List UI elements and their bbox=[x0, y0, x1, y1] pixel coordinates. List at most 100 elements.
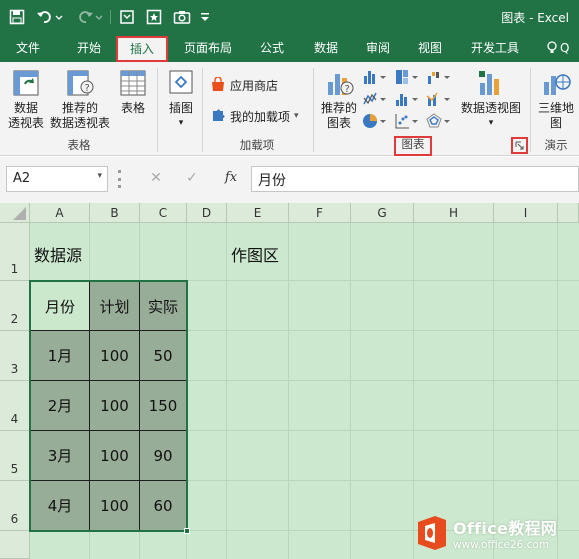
select-all-corner[interactable] bbox=[0, 203, 30, 223]
hierarchy-chart-button[interactable] bbox=[394, 68, 422, 86]
undo-icon[interactable] bbox=[34, 6, 66, 28]
line-chart-button[interactable] bbox=[362, 90, 390, 108]
waterfall-chart-icon bbox=[428, 72, 450, 84]
3d-map-button[interactable]: 三维地 图 bbox=[533, 68, 579, 136]
svg-text:?: ? bbox=[85, 83, 90, 94]
row-number: 6 bbox=[10, 512, 19, 526]
cancel-icon[interactable]: ✕ bbox=[148, 170, 164, 188]
table-cell[interactable]: 50 bbox=[140, 331, 187, 381]
formula-bar-grip[interactable] bbox=[118, 170, 122, 188]
recommended-pivot-icon: ? bbox=[67, 70, 94, 96]
tab-developer[interactable]: 开发工具 bbox=[462, 37, 528, 59]
charts-dialog-launcher[interactable] bbox=[511, 137, 528, 154]
pivot-table-button[interactable]: 数据 透视表 bbox=[4, 68, 48, 136]
illustrations-icon bbox=[169, 70, 193, 94]
table-cell[interactable]: 1月 bbox=[31, 331, 90, 381]
table-cell[interactable]: 90 bbox=[140, 431, 187, 481]
column-chart-button[interactable] bbox=[362, 68, 390, 86]
pivot-table-label-1: 数据 bbox=[13, 101, 38, 115]
row-number: 1 bbox=[10, 262, 19, 276]
window-title: 图表 - Excel bbox=[501, 11, 569, 25]
column-header-i[interactable]: I bbox=[494, 203, 558, 223]
fill-handle[interactable] bbox=[184, 528, 190, 534]
table-header-month[interactable]: 月份 bbox=[31, 282, 90, 331]
screenshot-icon[interactable] bbox=[116, 6, 138, 28]
chevron-down-icon[interactable]: ▾ bbox=[97, 171, 102, 181]
pivot-chart-button[interactable]: 数据透视图 ▾ bbox=[458, 68, 524, 136]
row-number: 5 bbox=[10, 462, 19, 476]
table-cell[interactable]: 150 bbox=[140, 381, 187, 431]
combo-chart-button[interactable] bbox=[426, 90, 454, 108]
gridline bbox=[288, 223, 289, 559]
waterfall-chart-button[interactable] bbox=[426, 68, 454, 86]
table-cell[interactable]: 60 bbox=[140, 481, 187, 531]
select-all-icon bbox=[13, 207, 26, 220]
watermark-brand: Office教程网 bbox=[453, 519, 558, 538]
data-table[interactable]: 月份 计划 实际 1月 100 50 2月 100 150 3月 100 90 … bbox=[30, 281, 187, 531]
statistic-chart-icon bbox=[396, 94, 418, 106]
tell-me-label[interactable]: Q bbox=[560, 37, 579, 59]
row-header-5[interactable]: 5 bbox=[0, 431, 30, 481]
radar-chart-button[interactable] bbox=[426, 112, 454, 130]
customize-quick-access-icon[interactable] bbox=[198, 6, 212, 28]
table-cell[interactable]: 3月 bbox=[31, 431, 90, 481]
table-cell[interactable]: 100 bbox=[90, 481, 140, 531]
formula-input[interactable]: 月份 bbox=[251, 166, 579, 192]
column-header-g[interactable]: G bbox=[351, 203, 414, 223]
column-header-c[interactable]: C bbox=[140, 203, 187, 223]
tab-page-layout[interactable]: 页面布局 bbox=[176, 37, 240, 59]
star-form-icon[interactable] bbox=[143, 6, 165, 28]
row-header-6[interactable]: 6 bbox=[0, 481, 30, 531]
redo-icon[interactable] bbox=[74, 6, 106, 28]
table-header-plan[interactable]: 计划 bbox=[90, 282, 140, 331]
tab-data[interactable]: 数据 bbox=[304, 37, 348, 59]
ribbon-separator bbox=[202, 68, 203, 152]
svg-text:?: ? bbox=[345, 84, 350, 95]
row-header-4[interactable]: 4 bbox=[0, 381, 30, 431]
column-header-b[interactable]: B bbox=[90, 203, 140, 223]
name-box[interactable]: A2 ▾ bbox=[6, 166, 108, 192]
recommended-pivot-button[interactable]: ? 推荐的 数据透视表 bbox=[48, 68, 112, 136]
statistic-chart-button[interactable] bbox=[394, 90, 422, 108]
tab-insert[interactable]: 插入 bbox=[116, 36, 168, 62]
table-button[interactable]: 表格 bbox=[113, 68, 153, 136]
column-header-extra[interactable] bbox=[558, 203, 579, 223]
gridline bbox=[493, 223, 494, 559]
row-header-2[interactable]: 2 bbox=[0, 281, 30, 331]
camera-icon[interactable] bbox=[171, 6, 193, 28]
row-header-7[interactable] bbox=[0, 531, 30, 559]
row-header-1[interactable]: 1 bbox=[0, 223, 30, 281]
my-addins-button[interactable]: 我的加载项 ▾ bbox=[210, 107, 320, 125]
row-header-3[interactable]: 3 bbox=[0, 331, 30, 381]
confirm-icon[interactable]: ✓ bbox=[184, 170, 200, 188]
tab-view[interactable]: 视图 bbox=[408, 37, 452, 59]
table-cell[interactable]: 4月 bbox=[31, 481, 90, 531]
table-cell[interactable]: 100 bbox=[90, 381, 140, 431]
store-button[interactable]: 应用商店 bbox=[210, 76, 310, 94]
tab-file[interactable]: 文件 bbox=[6, 37, 50, 59]
column-header-f[interactable]: F bbox=[289, 203, 351, 223]
scatter-chart-button[interactable] bbox=[394, 112, 422, 130]
gridline bbox=[557, 223, 558, 559]
3d-map-label-2: 图 bbox=[549, 116, 562, 130]
tell-me-icon[interactable] bbox=[546, 41, 558, 55]
insert-function-button[interactable]: fx bbox=[220, 170, 242, 188]
dialog-launcher-icon bbox=[515, 141, 524, 150]
tab-formulas[interactable]: 公式 bbox=[250, 37, 294, 59]
column-header-h[interactable]: H bbox=[414, 203, 494, 223]
column-header-a[interactable]: A bbox=[30, 203, 90, 223]
column-header-e[interactable]: E bbox=[227, 203, 289, 223]
pie-chart-button[interactable] bbox=[362, 112, 390, 130]
recommended-charts-icon: ? bbox=[328, 74, 354, 95]
illustrations-button[interactable]: 插图 ▾ bbox=[162, 68, 200, 136]
name-box-value: A2 bbox=[13, 171, 31, 186]
column-header-d[interactable]: D bbox=[187, 203, 227, 223]
table-cell[interactable]: 100 bbox=[90, 431, 140, 481]
table-cell[interactable]: 100 bbox=[90, 331, 140, 381]
tab-home[interactable]: 开始 bbox=[66, 37, 112, 59]
tab-review[interactable]: 审阅 bbox=[356, 37, 400, 59]
save-icon[interactable] bbox=[6, 6, 28, 28]
recommended-charts-button[interactable]: ? 推荐的 图表 bbox=[318, 68, 360, 136]
table-cell[interactable]: 2月 bbox=[31, 381, 90, 431]
table-header-actual[interactable]: 实际 bbox=[140, 282, 187, 331]
